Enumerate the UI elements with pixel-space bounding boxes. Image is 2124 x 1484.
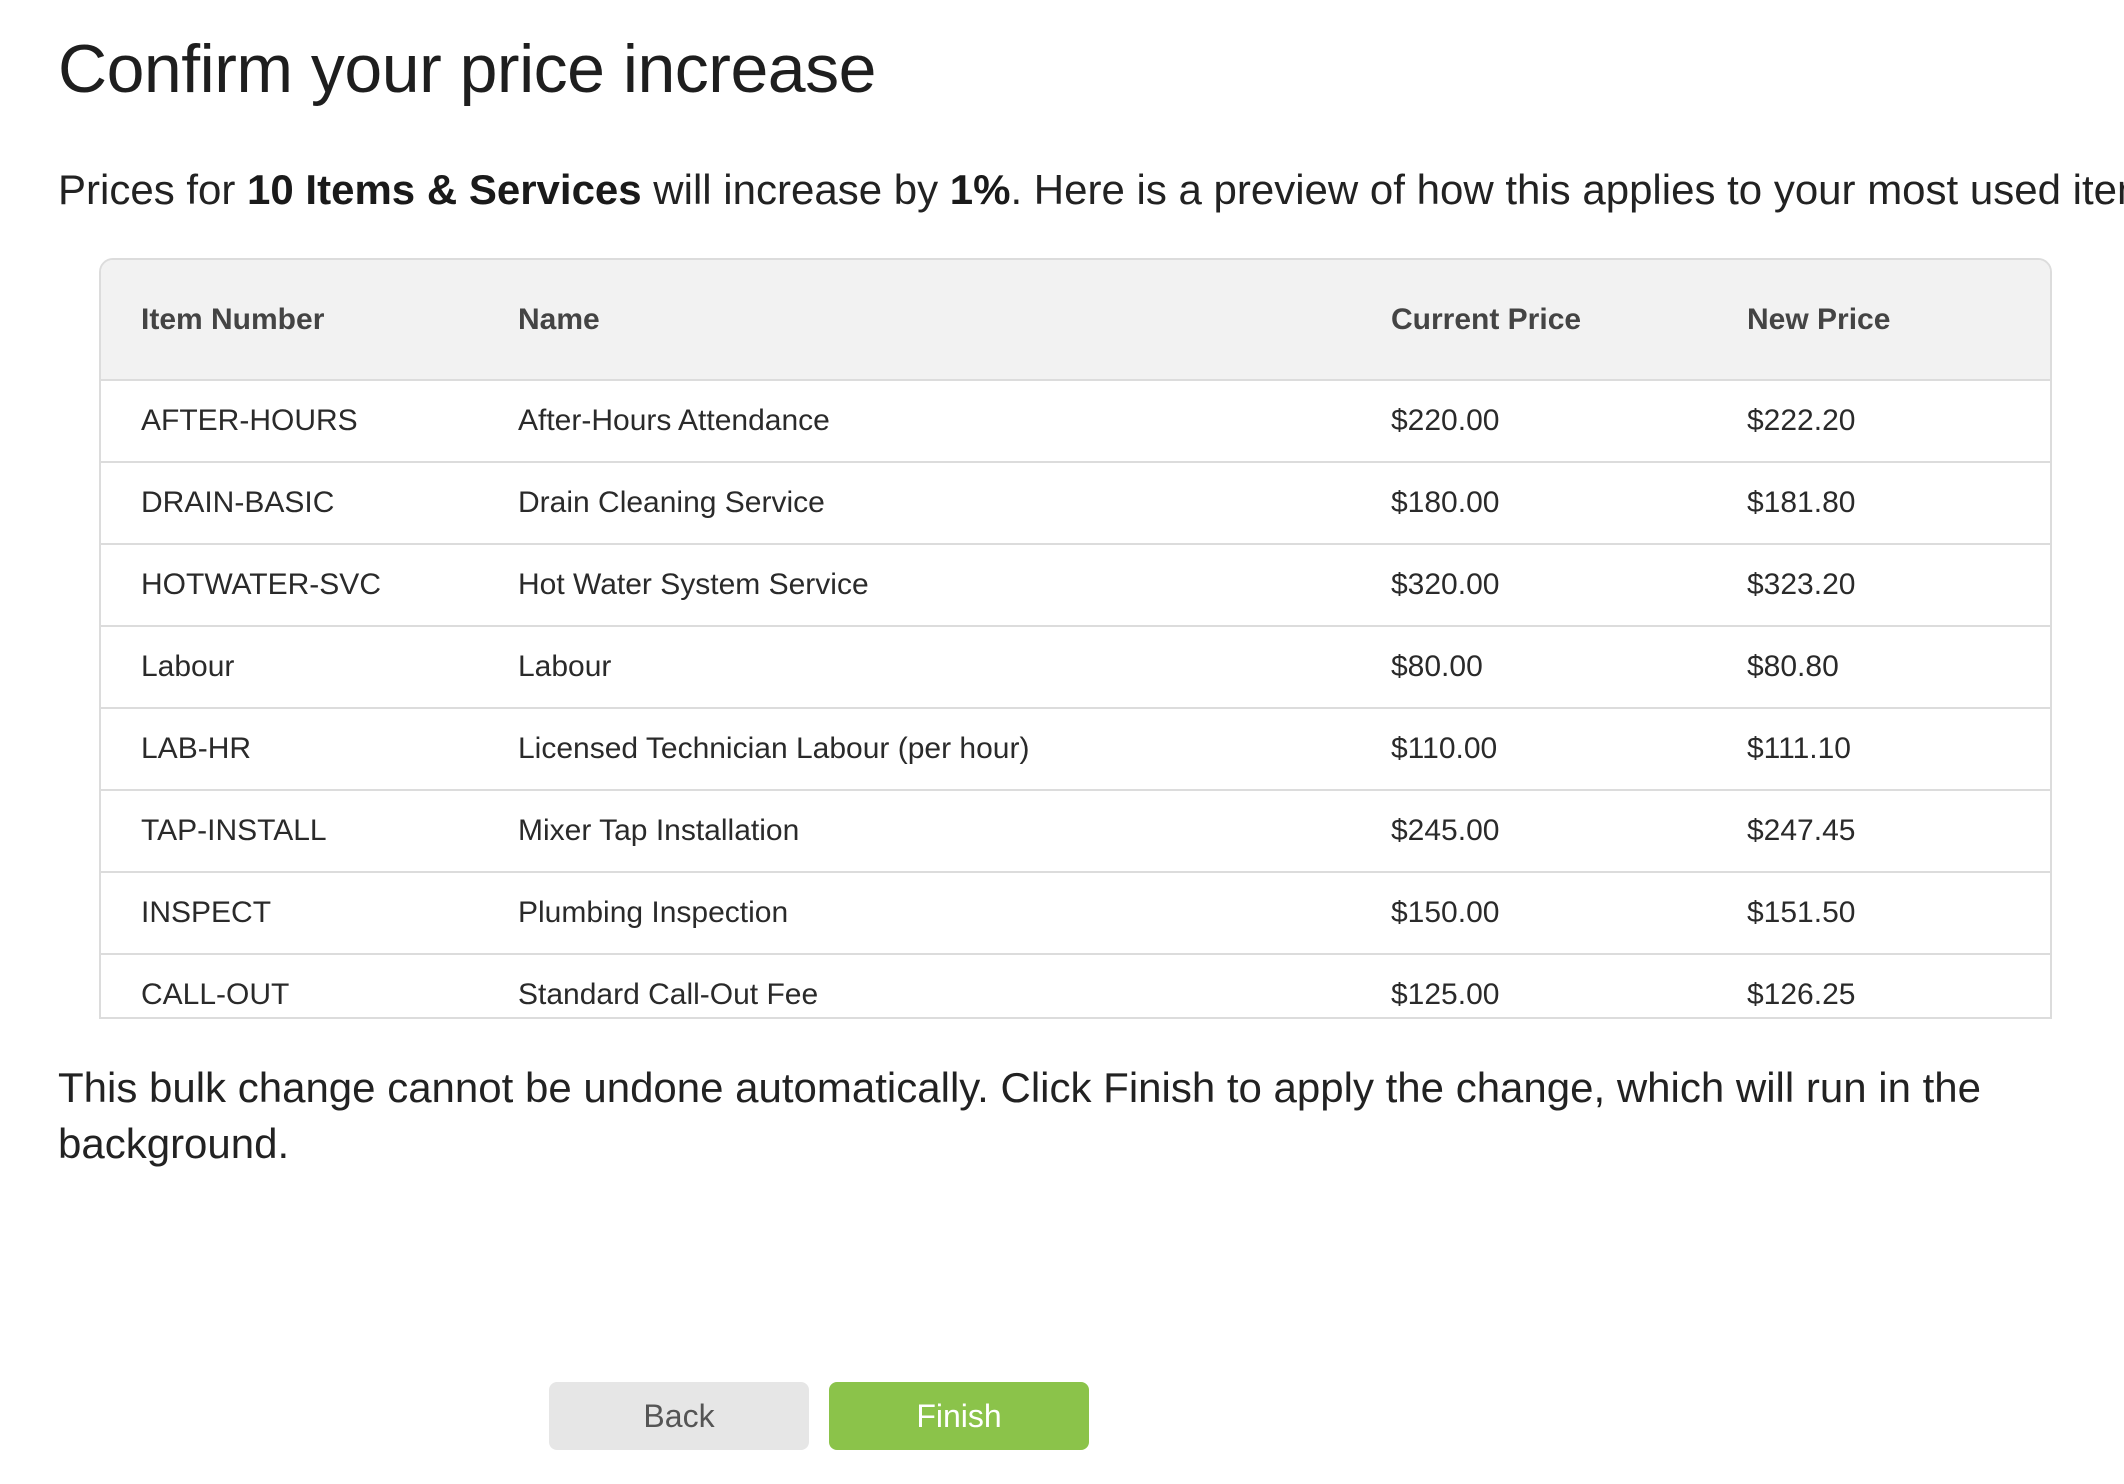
- back-button[interactable]: Back: [549, 1382, 809, 1450]
- cell-current-price: $110.00: [1391, 708, 1747, 791]
- table-row: CALL-OUT Standard Call-Out Fee $125.00 $…: [101, 954, 2050, 1017]
- column-header-name: Name: [518, 260, 1391, 381]
- cell-new-price: $151.50: [1747, 872, 2050, 955]
- cell-item-number: AFTER-HOURS: [101, 380, 518, 463]
- cell-new-price: $323.20: [1747, 544, 2050, 627]
- column-header-current-price: Current Price: [1391, 260, 1747, 381]
- intro-prefix: Prices for: [58, 166, 248, 213]
- table-row: DRAIN-BASIC Drain Cleaning Service $180.…: [101, 462, 2050, 545]
- cell-name: Licensed Technician Labour (per hour): [518, 708, 1391, 791]
- column-header-new-price: New Price: [1747, 260, 2050, 381]
- price-increase-confirm-page: Confirm your price increase Prices for 1…: [0, 0, 2124, 1484]
- cell-new-price: $181.80: [1747, 462, 2050, 545]
- table-row: Labour Labour $80.00 $80.80: [101, 626, 2050, 709]
- table-row: TAP-INSTALL Mixer Tap Installation $245.…: [101, 790, 2050, 873]
- cell-name: Drain Cleaning Service: [518, 462, 1391, 545]
- cell-name: Labour: [518, 626, 1391, 709]
- cell-new-price: $80.80: [1747, 626, 2050, 709]
- price-table: Item Number Name Current Price New Price…: [101, 260, 2050, 1017]
- intro-suffix: . Here is a preview of how this applies …: [1010, 166, 2124, 213]
- cell-name: After-Hours Attendance: [518, 380, 1391, 463]
- cell-name: Mixer Tap Installation: [518, 790, 1391, 873]
- cell-new-price: $247.45: [1747, 790, 2050, 873]
- cell-new-price: $111.10: [1747, 708, 2050, 791]
- intro-middle: will increase by: [641, 166, 950, 213]
- table-header-row: Item Number Name Current Price New Price: [101, 260, 2050, 381]
- table-row: AFTER-HOURS After-Hours Attendance $220.…: [101, 380, 2050, 463]
- cell-current-price: $180.00: [1391, 462, 1747, 545]
- intro-text: Prices for 10 Items & Services will incr…: [58, 162, 2124, 218]
- cell-current-price: $220.00: [1391, 380, 1747, 463]
- page-title: Confirm your price increase: [58, 31, 876, 107]
- cell-current-price: $125.00: [1391, 978, 1500, 1011]
- increase-percent: 1%: [949, 166, 1011, 213]
- cell-name: Standard Call-Out Fee: [518, 978, 819, 1011]
- cell-item-number: CALL-OUT: [141, 978, 290, 1011]
- cell-current-price: $320.00: [1391, 544, 1747, 627]
- cell-item-number: LAB-HR: [101, 708, 518, 791]
- table-row: LAB-HR Licensed Technician Labour (per h…: [101, 708, 2050, 791]
- cell-current-price: $245.00: [1391, 790, 1747, 873]
- cell-item-number: INSPECT: [101, 872, 518, 955]
- undo-warning-note: This bulk change cannot be undone automa…: [58, 1064, 1981, 1167]
- cell-current-price: $150.00: [1391, 872, 1747, 955]
- column-header-item-number: Item Number: [101, 260, 518, 381]
- price-preview-table: Item Number Name Current Price New Price…: [99, 258, 2052, 1019]
- table-row: INSPECT Plumbing Inspection $150.00 $151…: [101, 872, 2050, 955]
- finish-button[interactable]: Finish: [829, 1382, 1089, 1450]
- cell-name: Hot Water System Service: [518, 544, 1391, 627]
- cell-name: Plumbing Inspection: [518, 872, 1391, 955]
- cell-new-price: $222.20: [1747, 380, 2050, 463]
- cell-item-number: TAP-INSTALL: [101, 790, 518, 873]
- item-count: 10 Items & Services: [247, 166, 642, 213]
- cell-item-number: HOTWATER-SVC: [101, 544, 518, 627]
- cell-item-number: Labour: [101, 626, 518, 709]
- table-row: HOTWATER-SVC Hot Water System Service $3…: [101, 544, 2050, 627]
- cell-item-number: DRAIN-BASIC: [101, 462, 518, 545]
- cell-new-price: $126.25: [1747, 978, 1856, 1011]
- cell-current-price: $80.00: [1391, 626, 1747, 709]
